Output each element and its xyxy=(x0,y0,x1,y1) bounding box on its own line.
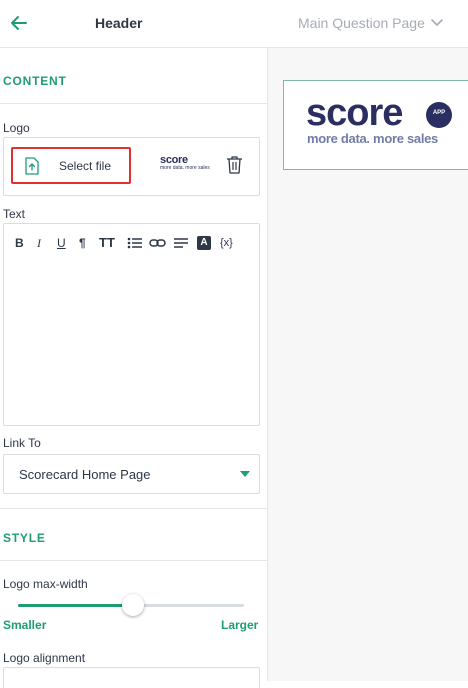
rich-text-editor: B I U ¶ TT A {x} xyxy=(3,223,260,426)
section-divider xyxy=(0,103,267,104)
logo-alignment-label: Logo alignment xyxy=(3,651,86,665)
settings-panel: CONTENT Logo Select file score more data… xyxy=(0,48,268,688)
logo-upload-field: Select file score more data. more sales xyxy=(3,137,260,196)
link-to-select[interactable]: Scorecard Home Page xyxy=(3,454,260,494)
panel-title: Header xyxy=(95,15,143,31)
logo-alignment-control[interactable] xyxy=(3,667,260,688)
style-section-heading: STYLE xyxy=(3,531,46,545)
slider-handle[interactable] xyxy=(122,594,145,616)
underline-button[interactable]: U xyxy=(57,234,66,252)
text-color-button[interactable]: A xyxy=(197,236,211,250)
section-divider xyxy=(0,560,267,561)
text-editor-area[interactable] xyxy=(12,258,252,418)
variable-button[interactable]: {x} xyxy=(220,234,233,252)
logo-thumbnail-wordmark: score xyxy=(160,154,188,166)
preview-panel: score APP more data. more sales xyxy=(268,48,468,681)
logo-thumbnail-tagline: more data. more sales xyxy=(160,165,210,171)
paragraph-button[interactable]: ¶ xyxy=(79,234,86,252)
slider-min-label: Smaller xyxy=(3,618,47,632)
list-icon[interactable] xyxy=(127,234,143,252)
preview-app-badge-text: APP xyxy=(432,110,446,116)
page-selector[interactable]: Main Question Page xyxy=(298,15,425,31)
header-logo-preview: score APP more data. more sales xyxy=(283,80,468,170)
logo-max-width-slider[interactable] xyxy=(18,594,244,616)
slider-fill xyxy=(18,604,134,607)
text-field-label: Text xyxy=(3,207,26,221)
caret-down-icon xyxy=(240,471,250,477)
back-arrow-icon[interactable] xyxy=(8,12,30,34)
align-icon[interactable] xyxy=(173,234,189,252)
trash-icon[interactable] xyxy=(226,155,243,174)
font-size-button[interactable]: TT xyxy=(99,234,115,252)
select-file-label: Select file xyxy=(59,159,112,173)
link-to-value: Scorecard Home Page xyxy=(19,467,151,482)
link-icon[interactable] xyxy=(149,234,166,252)
italic-button[interactable]: I xyxy=(37,234,41,252)
logo-thumbnail: score more data. more sales xyxy=(160,154,210,172)
logo-max-width-label: Logo max-width xyxy=(3,577,88,591)
link-to-label: Link To xyxy=(3,436,41,450)
select-file-button[interactable]: Select file xyxy=(11,147,131,184)
section-divider xyxy=(0,508,267,509)
content-section-heading: CONTENT xyxy=(3,74,67,88)
preview-app-badge: APP xyxy=(426,102,452,128)
top-bar: Header Main Question Page xyxy=(0,0,468,48)
slider-max-label: Larger xyxy=(221,618,259,632)
chevron-down-icon[interactable] xyxy=(430,17,444,29)
logo-field-label: Logo xyxy=(3,121,30,135)
preview-logo-wordmark: score xyxy=(306,92,403,134)
file-upload-icon xyxy=(25,157,39,175)
preview-logo-tagline: more data. more sales xyxy=(307,131,438,146)
bold-button[interactable]: B xyxy=(15,234,24,252)
